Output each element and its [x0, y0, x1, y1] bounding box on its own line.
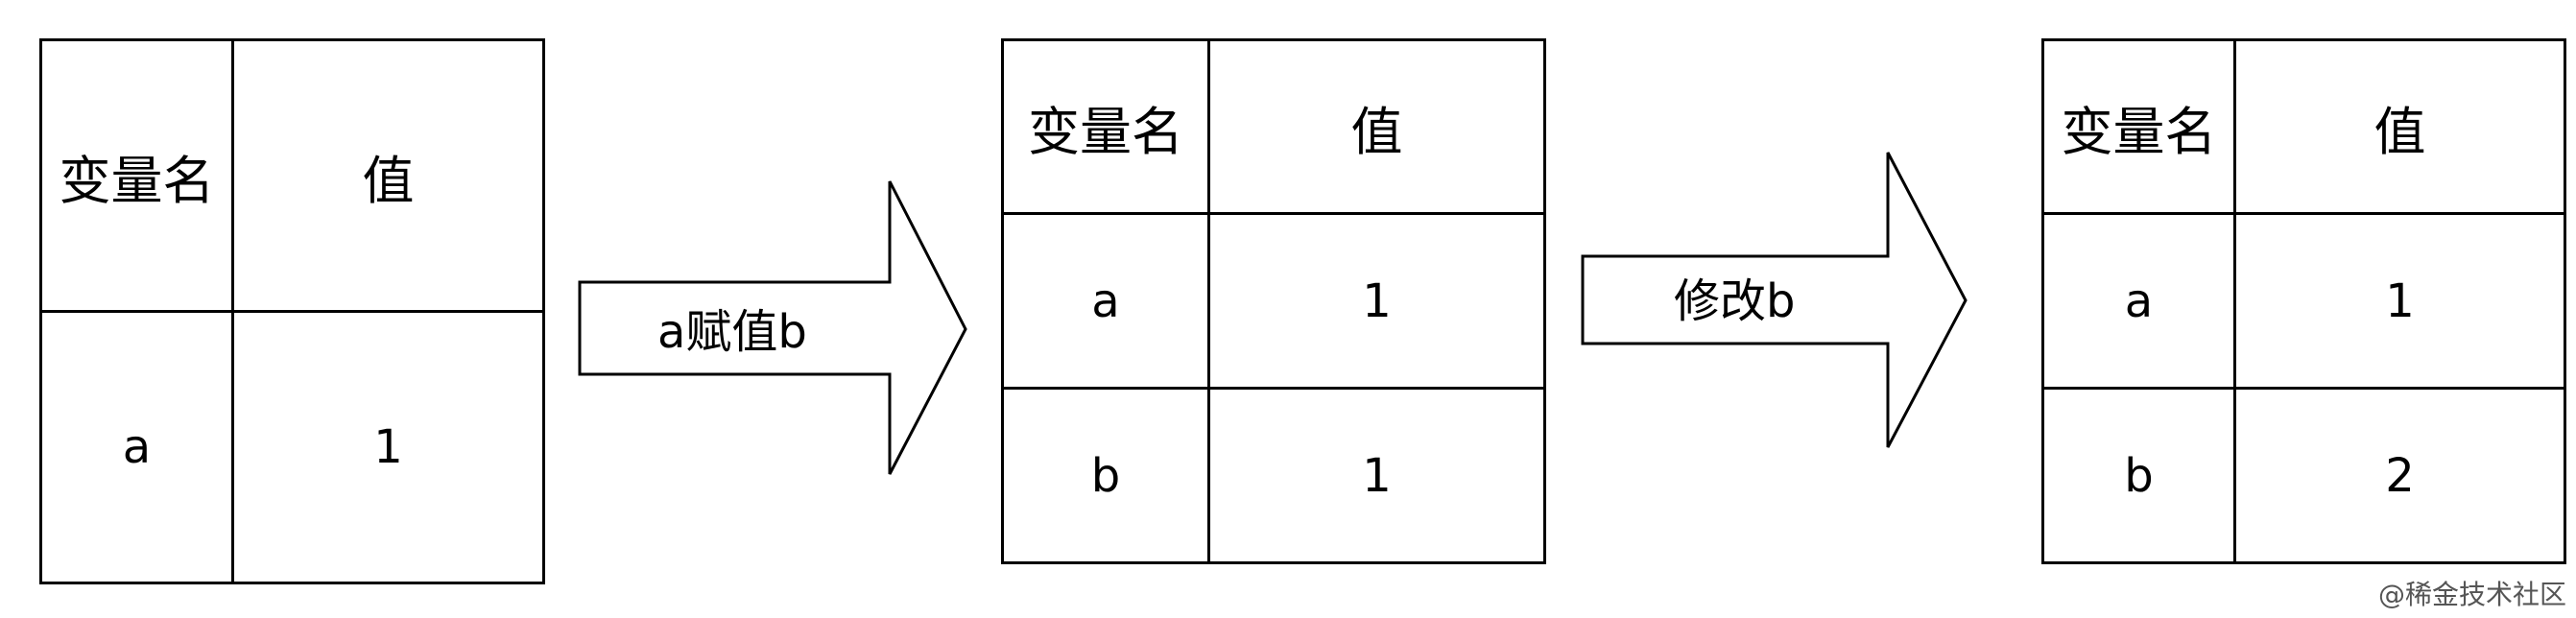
table-row: a 1: [1001, 212, 1546, 390]
table-header-row: 变量名 值: [39, 38, 545, 313]
variable-table-after-modify: 变量名 值 a 1 b 2: [2041, 38, 2566, 564]
cell-value: 1: [231, 310, 545, 584]
cell-variable-name: a: [1001, 212, 1210, 390]
table-row: b 2: [2041, 387, 2566, 564]
cell-variable-name: b: [2041, 387, 2236, 564]
cell-value: 1: [1207, 212, 1546, 390]
variable-table-after-assign: 变量名 值 a 1 b 1: [1001, 38, 1546, 564]
cell-value: 1: [1207, 387, 1546, 564]
header-value: 值: [2233, 38, 2566, 215]
header-value: 值: [1207, 38, 1546, 215]
header-variable-name: 变量名: [2041, 38, 2236, 215]
cell-value: 1: [2233, 212, 2566, 390]
cell-variable-name: a: [39, 310, 234, 584]
header-value: 值: [231, 38, 545, 313]
arrow-assign-label: a赋值b: [657, 305, 807, 359]
watermark: @稀金技术社区: [2377, 579, 2566, 610]
arrow-modify-label: 修改b: [1674, 274, 1796, 328]
table-row: b 1: [1001, 387, 1546, 564]
table-row: a 1: [2041, 212, 2566, 390]
header-variable-name: 变量名: [1001, 38, 1210, 215]
header-variable-name: 变量名: [39, 38, 234, 313]
cell-variable-name: b: [1001, 387, 1210, 564]
table-row: a 1: [39, 310, 545, 584]
variable-table-initial: 变量名 值 a 1: [39, 38, 545, 584]
table-header-row: 变量名 值: [1001, 38, 1546, 215]
cell-value: 2: [2233, 387, 2566, 564]
cell-variable-name: a: [2041, 212, 2236, 390]
table-header-row: 变量名 值: [2041, 38, 2566, 215]
